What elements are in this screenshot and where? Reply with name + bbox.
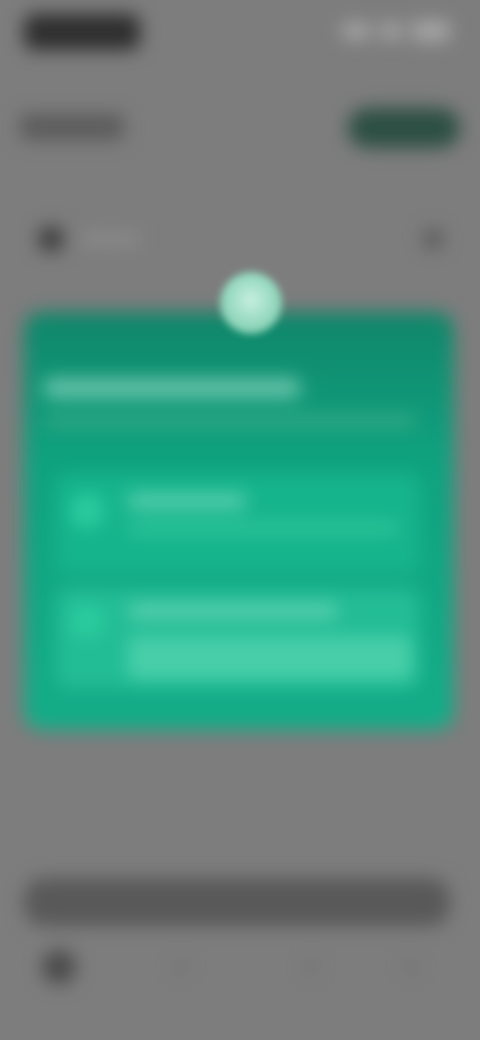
chevron-right-icon xyxy=(424,230,442,248)
modal-title xyxy=(44,378,300,398)
option-icon xyxy=(70,604,104,638)
modal-subtitle xyxy=(44,414,416,428)
modal-badge-icon xyxy=(220,272,282,334)
bottom-dot xyxy=(176,962,186,972)
option-icon xyxy=(70,494,104,528)
blurred-screen xyxy=(0,0,480,1040)
header-action-button[interactable] xyxy=(348,108,460,148)
status-time xyxy=(24,14,140,50)
option-title xyxy=(128,494,246,508)
wifi-icon xyxy=(380,23,402,39)
bottom-item-icon xyxy=(42,950,76,984)
modal-option[interactable] xyxy=(56,588,420,688)
battery-icon xyxy=(412,21,450,41)
page-title xyxy=(20,114,124,140)
bottom-list-row[interactable] xyxy=(36,942,444,992)
status-icons xyxy=(340,20,450,42)
signal-icon xyxy=(342,23,370,39)
nav-label xyxy=(80,232,140,246)
bottom-dot xyxy=(306,962,316,972)
nav-item-icon xyxy=(38,226,64,252)
bottom-dot xyxy=(406,962,416,972)
nav-row[interactable] xyxy=(30,222,450,256)
option-description xyxy=(128,522,398,534)
bottom-search-bar[interactable] xyxy=(24,878,450,926)
modal-option[interactable] xyxy=(56,474,420,574)
option-title xyxy=(128,604,338,618)
option-description xyxy=(128,636,412,680)
